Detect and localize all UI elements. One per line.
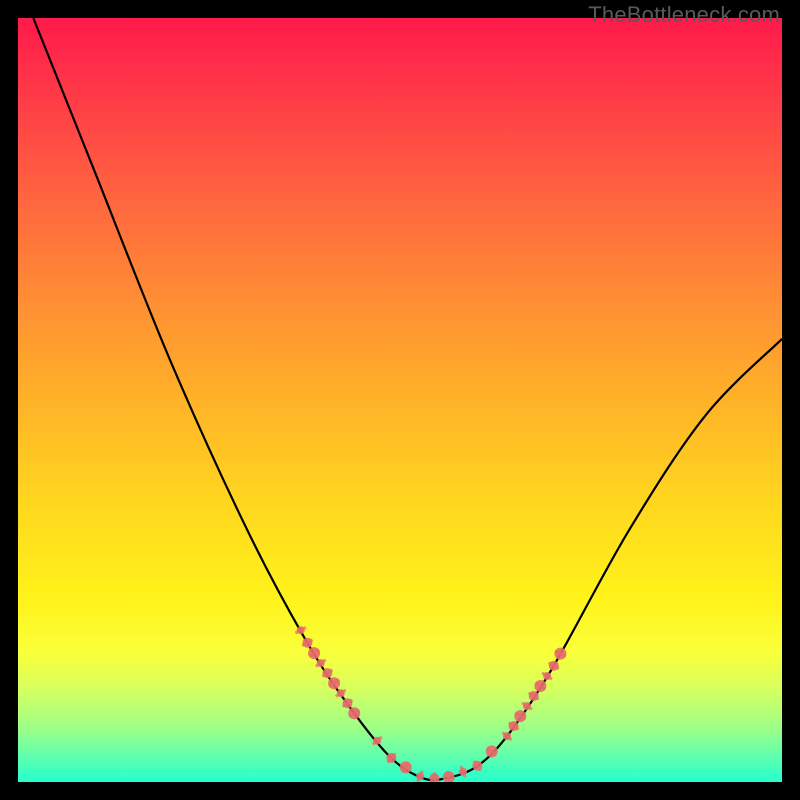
watermark-text: TheBottleneck.com	[588, 2, 780, 28]
bottleneck-curve	[33, 18, 782, 780]
chart-frame: TheBottleneck.com	[0, 0, 800, 800]
marker-tick	[461, 766, 465, 777]
marker-group	[295, 626, 566, 782]
plot-area	[18, 18, 782, 782]
chart-svg	[18, 18, 782, 782]
